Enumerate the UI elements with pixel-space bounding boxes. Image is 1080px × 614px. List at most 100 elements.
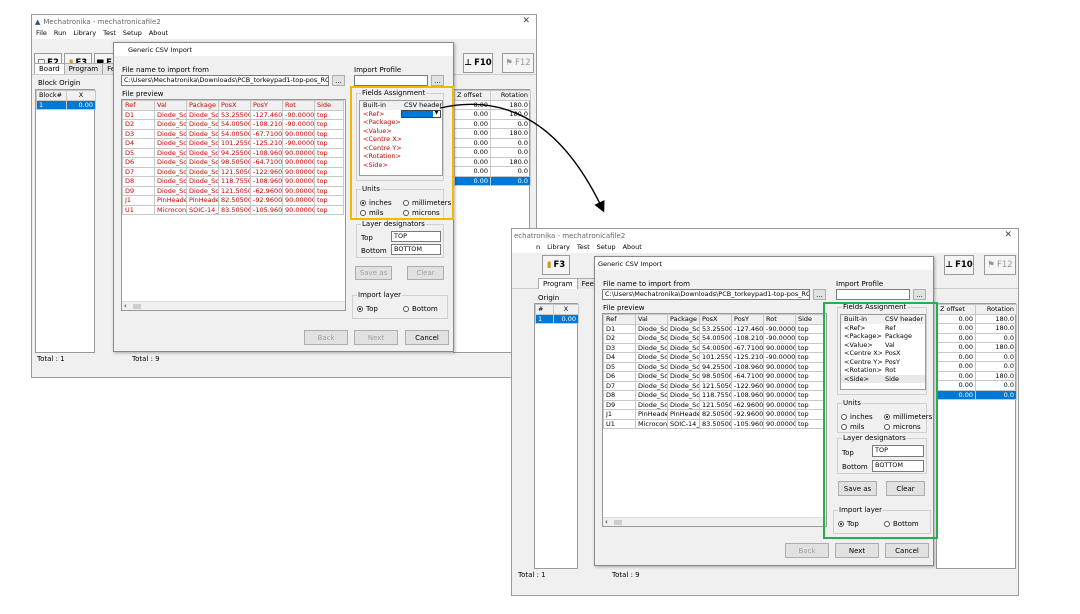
col-package[interactable]: Package bbox=[186, 100, 219, 111]
radio-icon[interactable] bbox=[357, 306, 363, 312]
scroll-thumb[interactable] bbox=[133, 304, 141, 309]
table-row[interactable]: 1 0.00 bbox=[535, 313, 579, 324]
table-row[interactable]: D7Diode_ScDiode_Sc121.50500-122.9600(90.… bbox=[122, 166, 344, 177]
f3-button[interactable]: ▮F3 bbox=[542, 255, 570, 275]
col-rot[interactable]: Rot bbox=[763, 314, 796, 325]
table-row[interactable]: D9Diode_ScDiode_Sc121.50500-62.96000090.… bbox=[122, 185, 344, 196]
import-profile-field[interactable] bbox=[836, 289, 910, 300]
menu-setup[interactable]: Setup bbox=[123, 29, 142, 39]
col-side[interactable]: Side bbox=[314, 100, 344, 111]
import-layer-top-radio[interactable]: Top bbox=[357, 305, 378, 313]
menu-setup[interactable]: Setup bbox=[597, 243, 616, 253]
table-row[interactable]: 1 0.00 bbox=[36, 99, 96, 110]
scroll-left-icon[interactable]: ‹ bbox=[124, 302, 127, 310]
col-package[interactable]: Package bbox=[667, 314, 700, 325]
menu-test[interactable]: Test bbox=[577, 243, 590, 253]
f10-button[interactable]: ⊥ F10 bbox=[944, 255, 974, 275]
f12-button[interactable]: ⚑ F12 bbox=[984, 255, 1016, 275]
horizontal-scrollbar[interactable]: ‹ bbox=[603, 517, 826, 526]
table-row[interactable]: 0.00 0.0 bbox=[937, 389, 1017, 400]
table-row[interactable]: 0.00 0.0 bbox=[937, 351, 1017, 362]
menu-run[interactable]: Run bbox=[54, 29, 66, 39]
menu-about[interactable]: About bbox=[623, 243, 642, 253]
table-row[interactable]: D1Diode_ScDiode_Sc53.255000-127.4600(-90… bbox=[122, 109, 344, 120]
table-row[interactable]: D9Diode_ScDiode_Sc121.50500-62.96000090.… bbox=[603, 399, 825, 410]
table-row[interactable]: D4Diode_ScDiode_Sc101.25500-125.2100(-90… bbox=[603, 352, 825, 363]
table-row[interactable]: D5Diode_ScDiode_Sc94.255000-108.9600(90.… bbox=[603, 361, 825, 372]
f10-button[interactable]: ⊥ F10 bbox=[463, 53, 493, 73]
col-ref[interactable]: Ref bbox=[603, 314, 636, 325]
table-row[interactable]: 0.00 180.0 bbox=[937, 323, 1017, 334]
menu-library[interactable]: Library bbox=[73, 29, 96, 39]
col-x[interactable]: X bbox=[553, 304, 579, 315]
radio-icon[interactable] bbox=[403, 306, 409, 312]
col-posx[interactable]: PosX bbox=[699, 314, 732, 325]
table-row[interactable]: 0.00 180.0 bbox=[937, 370, 1017, 381]
col-rotation[interactable]: Rotation bbox=[975, 304, 1017, 315]
menu-about[interactable]: About bbox=[149, 29, 168, 39]
table-row[interactable]: J1PinHeadePinHeade82.505000-92.96000090.… bbox=[603, 409, 825, 420]
table-row[interactable]: U1MicrocontSOIC-14_83.505000-105.9600(90… bbox=[122, 204, 344, 215]
table-row[interactable]: U1MicrocontSOIC-14_83.505000-105.9600(90… bbox=[603, 418, 825, 429]
file-path-field[interactable]: C:\Users\Mechatronika\Downloads\PCB_tork… bbox=[602, 289, 810, 300]
col-val[interactable]: Val bbox=[635, 314, 668, 325]
profile-browse-button[interactable]: ... bbox=[431, 75, 444, 86]
close-icon[interactable]: ✕ bbox=[1004, 230, 1012, 240]
file-path-field[interactable]: C:\Users\Mechatronika\Downloads\PCB_tork… bbox=[121, 75, 329, 86]
table-row[interactable]: D7Diode_ScDiode_Sc121.50500-122.9600(90.… bbox=[603, 380, 825, 391]
col-ref[interactable]: Ref bbox=[122, 100, 155, 111]
bottom-designator-field[interactable]: BOTTOM bbox=[391, 244, 441, 255]
table-row[interactable]: 0.00 180.0 bbox=[937, 342, 1017, 353]
col-rot[interactable]: Rot bbox=[282, 100, 315, 111]
next-button[interactable]: Next bbox=[354, 330, 398, 345]
table-row[interactable]: J1PinHeadePinHeade82.505000-92.96000090.… bbox=[122, 195, 344, 206]
table-row[interactable]: D3Diode_ScDiode_Sc54.005000-67.71000090.… bbox=[603, 342, 825, 353]
back-button[interactable]: Back bbox=[304, 330, 348, 345]
col-side[interactable]: Side bbox=[795, 314, 825, 325]
table-row[interactable]: D2Diode_ScDiode_Sc54.005000-108.2100(-90… bbox=[122, 119, 344, 130]
save-as-button[interactable]: Save as bbox=[355, 266, 392, 280]
menu-library[interactable]: Library bbox=[547, 243, 570, 253]
col-block[interactable]: # bbox=[535, 304, 554, 315]
col-x[interactable]: X bbox=[66, 90, 96, 101]
cancel-button[interactable]: Cancel bbox=[405, 330, 449, 345]
horizontal-scrollbar[interactable]: ‹ bbox=[122, 301, 345, 310]
table-row[interactable]: D3Diode_ScDiode_Sc54.005000-67.71000090.… bbox=[122, 128, 344, 139]
col-z-offset[interactable]: Z offset bbox=[454, 90, 491, 101]
col-posx[interactable]: PosX bbox=[218, 100, 251, 111]
import-layer-bottom-radio[interactable]: Bottom bbox=[403, 305, 438, 313]
menu-test[interactable]: Test bbox=[103, 29, 116, 39]
table-row[interactable]: D6Diode_ScDiode_Sc98.505000-64.71000090.… bbox=[603, 371, 825, 382]
top-designator-field[interactable]: TOP bbox=[391, 231, 441, 242]
col-block[interactable]: Block# bbox=[36, 90, 67, 101]
col-val[interactable]: Val bbox=[154, 100, 187, 111]
table-row[interactable]: D8Diode_ScDiode_Sc118.75500-108.9600(90.… bbox=[122, 176, 344, 187]
menu-file[interactable]: File bbox=[36, 29, 47, 39]
tab-program[interactable]: Program bbox=[63, 63, 104, 74]
import-profile-field[interactable] bbox=[354, 75, 428, 86]
close-icon[interactable]: ✕ bbox=[522, 16, 530, 26]
back-button[interactable]: Back bbox=[785, 543, 829, 558]
clear-button[interactable]: Clear bbox=[407, 266, 444, 280]
next-button[interactable]: Next bbox=[835, 543, 879, 558]
table-row[interactable]: 0.00 0.0 bbox=[937, 332, 1017, 343]
menu-run[interactable]: n bbox=[536, 243, 540, 253]
col-rotation[interactable]: Rotation bbox=[490, 90, 531, 101]
table-row[interactable]: 0.00 0.0 bbox=[937, 380, 1017, 391]
table-row[interactable]: 0.00 180.0 bbox=[937, 313, 1017, 324]
table-row[interactable]: D4Diode_ScDiode_Sc101.25500-125.2100(-90… bbox=[122, 138, 344, 149]
scroll-thumb[interactable] bbox=[614, 520, 622, 525]
f12-button[interactable]: ⚑ F12 bbox=[502, 53, 534, 73]
table-row[interactable]: D6Diode_ScDiode_Sc98.505000-64.71000090.… bbox=[122, 157, 344, 168]
cancel-button[interactable]: Cancel bbox=[885, 543, 929, 558]
col-posy[interactable]: PosY bbox=[250, 100, 283, 111]
table-row[interactable]: D5Diode_ScDiode_Sc94.255000-108.9600(90.… bbox=[122, 147, 344, 158]
browse-button[interactable]: ... bbox=[813, 289, 826, 300]
table-row[interactable]: 0.00 0.0 bbox=[937, 361, 1017, 372]
col-posy[interactable]: PosY bbox=[731, 314, 764, 325]
col-z-offset[interactable]: Z offset bbox=[937, 304, 976, 315]
table-row[interactable]: D1Diode_ScDiode_Sc53.255000-127.4600(-90… bbox=[603, 323, 825, 334]
table-row[interactable]: D8Diode_ScDiode_Sc118.75500-108.9600(90.… bbox=[603, 390, 825, 401]
profile-browse-button[interactable]: ... bbox=[913, 289, 926, 300]
tab-program[interactable]: Program bbox=[538, 278, 578, 289]
